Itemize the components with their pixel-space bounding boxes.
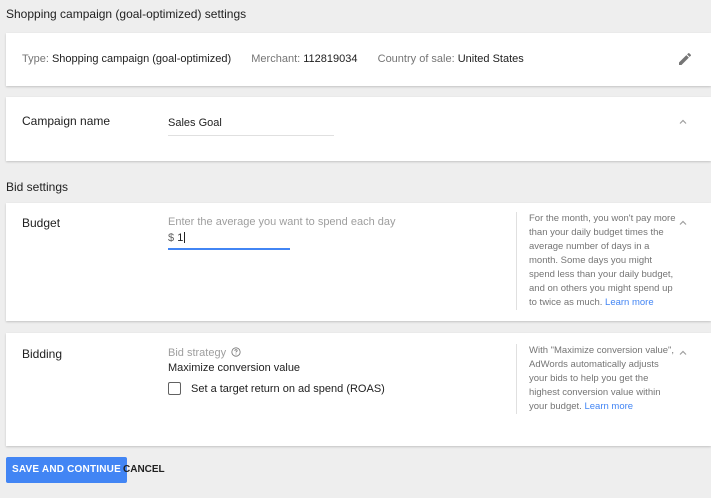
campaign-name-label: Campaign name bbox=[22, 114, 111, 128]
merchant-value: 112819034 bbox=[303, 53, 358, 65]
help-icon[interactable] bbox=[231, 347, 241, 357]
roas-checkbox[interactable] bbox=[168, 382, 181, 395]
page-title: Shopping campaign (goal-optimized) setti… bbox=[6, 7, 247, 21]
roas-option[interactable]: Set a target return on ad spend (ROAS) bbox=[168, 382, 385, 395]
country-value: United States bbox=[457, 53, 524, 65]
budget-card: Budget Enter the average you want to spe… bbox=[6, 203, 711, 321]
pencil-icon[interactable] bbox=[677, 51, 693, 67]
campaign-info-card: Type: Shopping campaign (goal-optimized)… bbox=[6, 33, 711, 86]
cancel-button[interactable]: CANCEL bbox=[123, 457, 165, 483]
campaign-name-input[interactable]: Sales Goal bbox=[168, 117, 334, 136]
bidding-label: Bidding bbox=[22, 347, 63, 361]
chevron-up-icon[interactable] bbox=[677, 116, 689, 128]
bid-strategy-label-text: Bid strategy bbox=[168, 347, 227, 359]
chevron-up-icon[interactable] bbox=[677, 347, 689, 359]
budget-note-text: For the month, you won't pay more than y… bbox=[529, 213, 676, 308]
merchant-label: Merchant: bbox=[251, 53, 301, 65]
bidding-card: Bidding Bid strategy Maximize conversion… bbox=[6, 333, 711, 446]
bidding-learn-more-link[interactable]: Learn more bbox=[584, 401, 633, 412]
save-and-continue-button[interactable]: SAVE AND CONTINUE bbox=[6, 457, 127, 483]
budget-input[interactable]: $ 1 bbox=[168, 232, 290, 250]
bid-settings-header: Bid settings bbox=[6, 180, 69, 194]
bidding-note: With "Maximize conversion value", AdWord… bbox=[516, 344, 676, 414]
type-label: Type: bbox=[22, 53, 49, 65]
campaign-info-row: Type: Shopping campaign (goal-optimized)… bbox=[22, 53, 524, 65]
country-label: Country of sale: bbox=[377, 53, 455, 65]
type-value: Shopping campaign (goal-optimized) bbox=[51, 53, 232, 65]
budget-hint: Enter the average you want to spend each… bbox=[168, 216, 396, 228]
currency-symbol: $ bbox=[168, 232, 175, 244]
budget-value: 1 bbox=[177, 232, 184, 244]
budget-label: Budget bbox=[22, 216, 61, 230]
bid-strategy-label: Bid strategy bbox=[168, 347, 241, 359]
bid-strategy-value: Maximize conversion value bbox=[168, 362, 301, 374]
budget-learn-more-link[interactable]: Learn more bbox=[605, 297, 654, 308]
roas-checkbox-label[interactable]: Set a target return on ad spend (ROAS) bbox=[191, 383, 385, 395]
text-caret bbox=[184, 232, 186, 243]
chevron-up-icon[interactable] bbox=[677, 217, 689, 229]
campaign-name-card: Campaign name Sales Goal bbox=[6, 97, 711, 161]
budget-note: For the month, you won't pay more than y… bbox=[516, 212, 676, 310]
